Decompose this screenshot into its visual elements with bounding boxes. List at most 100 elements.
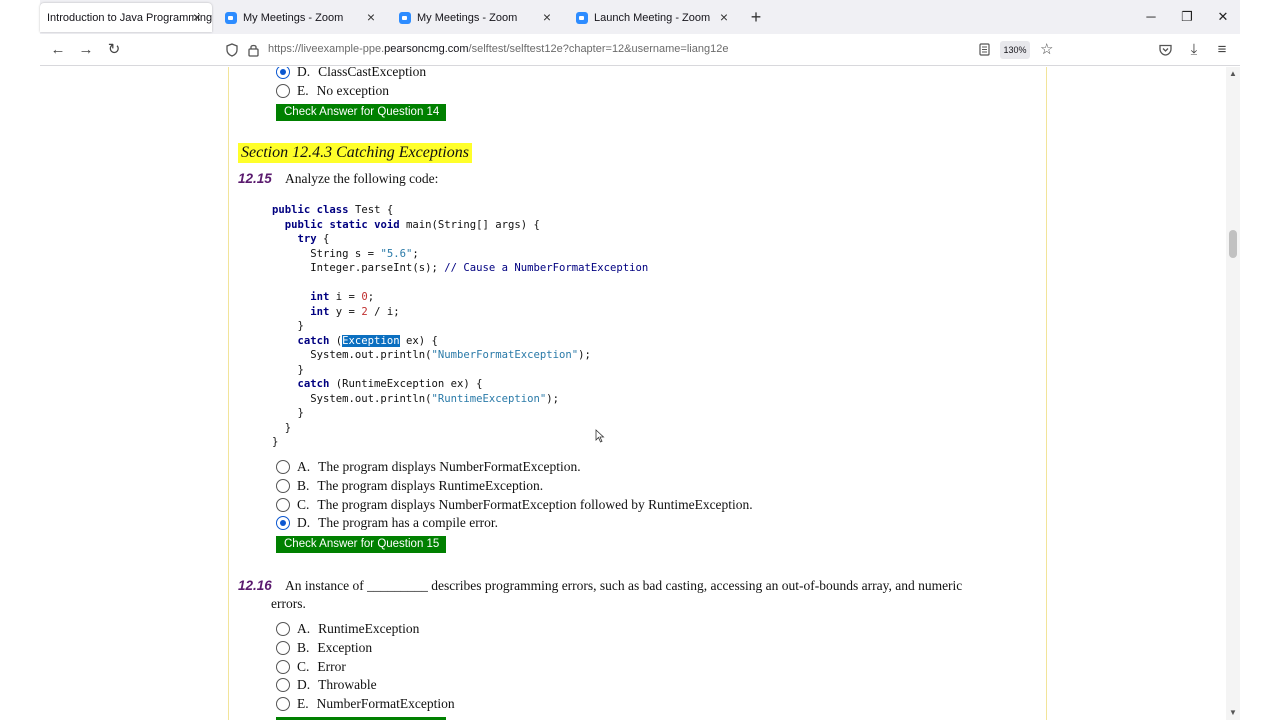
close-window-icon[interactable]: ✕ [1214, 8, 1232, 26]
download-icon[interactable]: ⤓ [1185, 41, 1203, 59]
question-number: 12.16 [238, 578, 272, 593]
vertical-scrollbar[interactable]: ▲ ▼ [1226, 67, 1240, 720]
scroll-down-icon[interactable]: ▼ [1227, 708, 1239, 718]
choice-text: The program displays NumberFormatExcepti… [318, 459, 581, 474]
choice-text: The program displays RuntimeException. [317, 478, 544, 493]
reload-icon[interactable]: ↻ [105, 41, 123, 59]
tab-label: Launch Meeting - Zoom [594, 11, 711, 24]
new-tab-icon[interactable]: + [748, 8, 764, 26]
q16-choice-c[interactable]: C. Error [276, 659, 346, 675]
zoom-level-badge[interactable]: 130% [1000, 41, 1030, 59]
choice-letter: D. [297, 515, 311, 530]
code-block: public class Test { public static void m… [272, 204, 649, 448]
choice-text: The program has a compile error. [318, 515, 499, 530]
choice-text: NumberFormatException [316, 696, 455, 711]
url-path: /selftest/selftest12e?chapter=12&usernam… [468, 43, 729, 55]
bookmark-star-icon[interactable]: ☆ [1040, 40, 1053, 58]
choice-letter: E. [297, 696, 309, 711]
scroll-up-icon[interactable]: ▲ [1227, 69, 1239, 79]
choice-letter: C. [297, 659, 310, 674]
q15-choice-d[interactable]: D. The program has a compile error. [276, 515, 498, 531]
tab-java-programming[interactable]: Introduction to Java Programming × [40, 3, 212, 32]
right-margin [1240, 0, 1280, 720]
lock-icon[interactable] [248, 43, 259, 57]
q16-choice-d[interactable]: D. Throwable [276, 677, 377, 693]
close-icon[interactable]: × [190, 10, 204, 24]
choice-text: Throwable [318, 677, 377, 692]
url-domain: pearsoncmg.com [384, 43, 469, 55]
screen: Introduction to Java Programming × My Me… [0, 0, 1280, 720]
q16-choice-b[interactable]: B. Exception [276, 640, 372, 656]
choice-text: The program displays NumberFormatExcepti… [317, 497, 753, 512]
tab-strip: Introduction to Java Programming × My Me… [40, 0, 1240, 34]
zoom-icon [399, 11, 411, 24]
url-text[interactable]: https://liveexample-ppe.pearsoncmg.com/s… [268, 43, 728, 55]
menu-icon[interactable]: ≡ [1213, 41, 1231, 59]
tab-label: Introduction to Java Programming [47, 11, 212, 24]
radio-button[interactable] [276, 67, 290, 79]
q16-choice-e[interactable]: E. NumberFormatException [276, 696, 455, 712]
choice-letter: C. [297, 497, 310, 512]
choice-letter: B. [297, 640, 310, 655]
q16-choice-a[interactable]: A. RuntimeException [276, 621, 419, 637]
choice-letter: A. [297, 459, 311, 474]
shield-icon[interactable] [226, 43, 238, 57]
radio-button[interactable] [276, 479, 290, 493]
zoom-icon [576, 11, 588, 24]
reader-view-icon[interactable] [979, 43, 990, 56]
back-icon[interactable]: ← [49, 41, 67, 59]
choice-letter: E. [297, 83, 309, 98]
tab-my-meetings-1[interactable]: My Meetings - Zoom × [220, 3, 386, 32]
q15-choice-c[interactable]: C. The program displays NumberFormatExce… [276, 497, 753, 513]
choice-text: ClassCastException [318, 67, 427, 79]
section-title: Section 12.4.3 Catching Exceptions [238, 143, 472, 163]
selftest-page: D. ClassCastException E. No exception Ch… [228, 67, 1047, 720]
page-content: D. ClassCastException E. No exception Ch… [40, 67, 1226, 720]
browser-window: Introduction to Java Programming × My Me… [40, 0, 1240, 720]
close-icon[interactable]: × [717, 10, 731, 24]
radio-button[interactable] [276, 460, 290, 474]
radio-button[interactable] [276, 641, 290, 655]
tab-label: My Meetings - Zoom [417, 11, 518, 24]
radio-button[interactable] [276, 697, 290, 711]
radio-button[interactable] [276, 622, 290, 636]
address-bar[interactable]: https://liveexample-ppe.pearsoncmg.com/s… [218, 38, 1060, 62]
radio-button[interactable] [276, 660, 290, 674]
question-prompt-continued: errors. [271, 596, 306, 611]
radio-button[interactable] [276, 678, 290, 692]
radio-button[interactable] [276, 516, 290, 530]
mouse-cursor-icon [595, 429, 605, 443]
choice-letter: D. [297, 67, 311, 79]
tab-my-meetings-2[interactable]: My Meetings - Zoom × [394, 3, 562, 32]
check-answer-q14-button[interactable]: Check Answer for Question 14 [276, 104, 446, 121]
close-icon[interactable]: × [540, 10, 554, 24]
question-prompt: An instance of _________ describes progr… [285, 578, 963, 593]
radio-button[interactable] [276, 84, 290, 98]
url-prefix: https://liveexample-ppe. [268, 43, 385, 55]
forward-icon[interactable]: → [77, 41, 95, 59]
choice-text: Error [317, 659, 346, 674]
q14-choice-d[interactable]: D. ClassCastException [276, 67, 426, 80]
zoom-icon [225, 11, 237, 24]
left-margin [0, 0, 40, 720]
navigation-bar: ← → ↻ https://liveexample-ppe.pearsoncmg… [40, 34, 1240, 66]
q14-choice-e[interactable]: E. No exception [276, 83, 389, 99]
scrollbar-thumb[interactable] [1229, 230, 1237, 258]
tab-launch-meeting[interactable]: Launch Meeting - Zoom × [571, 3, 739, 32]
question-prompt: Analyze the following code: [285, 171, 439, 186]
choice-letter: B. [297, 478, 310, 493]
close-icon[interactable]: × [364, 10, 378, 24]
restore-icon[interactable]: ❐ [1178, 8, 1196, 26]
choice-letter: A. [297, 621, 311, 636]
pocket-icon[interactable] [1159, 44, 1172, 56]
q15-choice-a[interactable]: A. The program displays NumberFormatExce… [276, 459, 581, 475]
radio-button[interactable] [276, 498, 290, 512]
q15-choice-b[interactable]: B. The program displays RuntimeException… [276, 478, 543, 494]
check-answer-q15-button[interactable]: Check Answer for Question 15 [276, 536, 446, 553]
minimize-icon[interactable]: ─ [1142, 8, 1160, 26]
choice-text: Exception [317, 640, 373, 655]
question-number: 12.15 [238, 171, 272, 186]
choice-letter: D. [297, 677, 311, 692]
choice-text: No exception [316, 83, 389, 98]
choice-text: RuntimeException [318, 621, 420, 636]
